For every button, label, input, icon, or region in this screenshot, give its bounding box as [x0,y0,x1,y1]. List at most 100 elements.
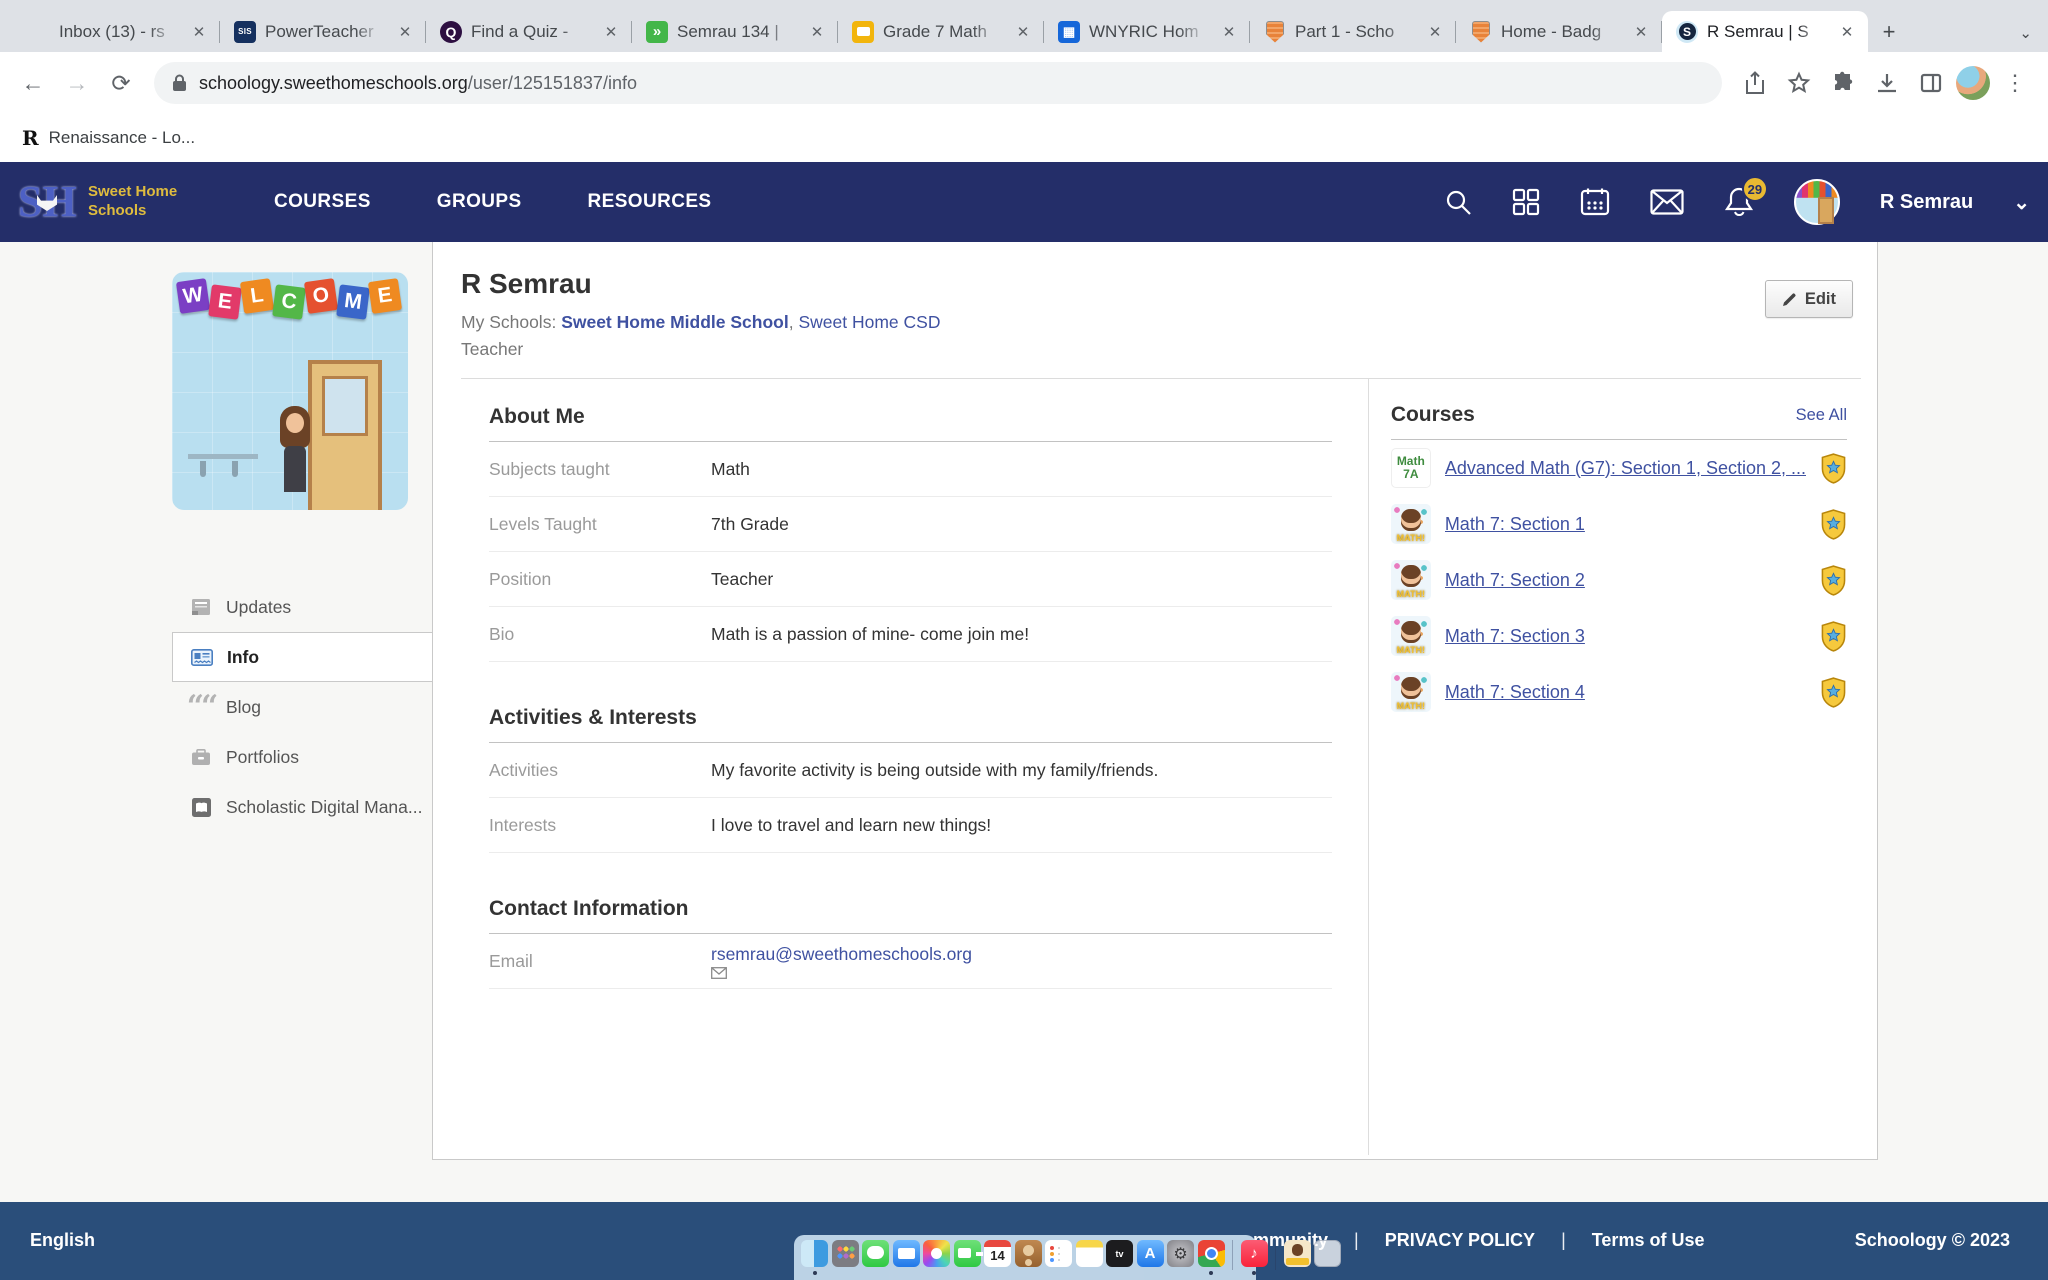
dock-appstore-icon[interactable]: A [1137,1240,1164,1267]
tab-close-icon[interactable]: ✕ [1836,21,1858,43]
email-row: Email rsemrau@sweethomeschools.org [489,934,1332,989]
apps-grid-icon[interactable] [1512,188,1540,216]
course-link[interactable]: Math 7: Section 1 [1445,514,1806,535]
browser-tab[interactable]: » Semrau 134 | ✕ [632,11,838,52]
share-icon[interactable] [1736,64,1774,102]
dock-appletv-icon[interactable]: tv [1106,1240,1133,1267]
course-list-item: Math 7: Section 1 [1391,496,1847,552]
chrome-menu-icon[interactable]: ⋮ [1996,64,2034,102]
schoology-favicon [1676,21,1698,43]
browser-tab[interactable]: SIS PowerTeacher ✕ [220,11,426,52]
sidebar-item-scholastic[interactable]: Scholastic Digital Mana... [172,782,432,832]
course-link[interactable]: Math 7: Section 4 [1445,682,1806,703]
bookmark-renaissance[interactable]: Renaissance - Lo... [49,128,195,148]
tab-close-icon[interactable]: ✕ [1218,21,1240,43]
edit-button[interactable]: Edit [1765,280,1853,318]
browser-tab[interactable]: ▦ WNYRIC Hom ✕ [1044,11,1250,52]
dock-facetime-icon[interactable] [954,1240,981,1267]
course-link[interactable]: Math 7: Section 2 [1445,570,1806,591]
school-link-csd[interactable]: Sweet Home CSD [798,312,940,332]
nav-groups[interactable]: GROUPS [437,191,522,213]
dock-messages-icon[interactable] [862,1240,889,1267]
dock-reminders-icon[interactable] [1045,1240,1072,1267]
profile-field-row: Position Teacher [489,552,1332,607]
terms-of-use-link[interactable]: Terms of Use [1592,1230,1705,1251]
tab-close-icon[interactable]: ✕ [394,21,416,43]
course-list-item: Math 7: Section 4 [1391,664,1847,720]
sidebar-item-updates[interactable]: Updates [172,582,432,632]
tab-close-icon[interactable]: ✕ [1424,21,1446,43]
updates-icon [190,598,212,616]
sidebar-item-blog[interactable]: ““Blog [172,682,432,732]
forward-button[interactable]: → [58,64,96,102]
lock-icon [172,74,187,92]
browser-tab[interactable]: Part 1 - Scho ✕ [1250,11,1456,52]
messages-envelope-icon[interactable] [1650,189,1684,215]
chrome-profile-avatar[interactable] [1956,66,1990,100]
tab-close-icon[interactable]: ✕ [806,21,828,43]
nav-resources[interactable]: RESOURCES [588,191,712,213]
language-selector[interactable]: English [30,1230,95,1251]
slides-favicon [852,21,874,43]
extensions-puzzle-icon[interactable] [1824,64,1862,102]
new-tab-button[interactable]: + [1874,17,1904,47]
school-link-middle-school[interactable]: Sweet Home Middle School [561,312,789,332]
sidebar-item-portfolios[interactable]: Portfolios [172,732,432,782]
calendar-icon[interactable] [1580,187,1610,217]
download-icon[interactable] [1868,64,1906,102]
courses-panel: Courses See All Math7A Advanced Math (G7… [1368,379,1877,1155]
dock-calendar-icon[interactable]: 14 [984,1240,1011,1267]
tab-close-icon[interactable]: ✕ [1630,21,1652,43]
notifications-bell-icon[interactable]: 29 [1724,186,1754,218]
reload-button[interactable]: ⟳ [102,64,140,102]
profile-field-row: Interests I love to travel and learn new… [489,798,1332,853]
tab-close-icon[interactable]: ✕ [188,21,210,43]
side-panel-icon[interactable] [1912,64,1950,102]
course-link[interactable]: Advanced Math (G7): Section 1, Section 2… [1445,458,1806,479]
dock-settings-icon[interactable]: ⚙ [1167,1240,1194,1267]
browser-tab[interactable]: R Semrau | S ✕ [1662,11,1868,52]
profile-picture-welcome[interactable]: WELCOME [172,272,408,510]
account-chevron-down-icon[interactable]: ⌄ [2013,190,2030,215]
sidebar-item-info[interactable]: Info [172,632,432,682]
user-name[interactable]: R Semrau [1880,191,1973,214]
dock-music-icon[interactable]: ♪ [1241,1240,1268,1267]
search-icon[interactable] [1444,188,1472,216]
address-bar[interactable]: schoology.sweethomeschools.org/user/1251… [154,62,1722,104]
tab-close-icon[interactable]: ✕ [1012,21,1034,43]
back-button[interactable]: ← [14,64,52,102]
dock-mail-icon[interactable] [893,1240,920,1267]
profile-sidebar-menu: UpdatesInfo““BlogPortfoliosScholastic Di… [172,582,432,832]
browser-tab[interactable]: Home - Badg ✕ [1456,11,1662,52]
browser-tab[interactable]: Inbox (13) - rs ✕ [14,11,220,52]
profile-field-row: Bio Math is a passion of mine- come join… [489,607,1332,662]
powerschool-sis-favicon: SIS [234,21,256,43]
badgelist-favicon [1470,21,1492,43]
course-link[interactable]: Math 7: Section 3 [1445,626,1806,647]
privacy-policy-link[interactable]: PRIVACY POLICY [1385,1230,1535,1251]
dock-photos-icon[interactable] [923,1240,950,1267]
dock-contacts-icon[interactable] [1015,1240,1042,1267]
nav-courses[interactable]: COURSES [274,191,371,213]
award-shield-badge-icon [1820,621,1847,652]
bookmarks-bar: R Renaissance - Lo... [0,114,2048,162]
tab-search-chevron-icon[interactable]: ⌄ [2019,24,2032,42]
user-avatar[interactable] [1794,179,1840,225]
dock-chrome-icon[interactable] [1198,1240,1225,1267]
activities-interests-section: Activities & Interests Activities My fav… [489,706,1332,853]
school-logo[interactable]: SH Sweet HomeSchools [18,171,248,233]
dock-trash-icon[interactable] [1314,1240,1341,1267]
dock-finder-icon[interactable] [801,1240,828,1267]
browser-tab[interactable]: Grade 7 Math ✕ [838,11,1044,52]
dock-photobooth-icon[interactable] [1284,1240,1311,1267]
course-icon: Math7A [1391,448,1431,488]
dock-notes-icon[interactable] [1076,1240,1103,1267]
dock-launchpad-icon[interactable] [832,1240,859,1267]
bookmark-star-icon[interactable] [1780,64,1818,102]
email-link[interactable]: rsemrau@sweethomeschools.org [711,944,972,964]
welcome-letter-tile: W [176,278,210,314]
see-all-link[interactable]: See All [1796,406,1847,425]
about-me-section: About Me Subjects taught Math Levels Tau… [489,405,1332,662]
tab-close-icon[interactable]: ✕ [600,21,622,43]
browser-tab[interactable]: Q Find a Quiz - ✕ [426,11,632,52]
